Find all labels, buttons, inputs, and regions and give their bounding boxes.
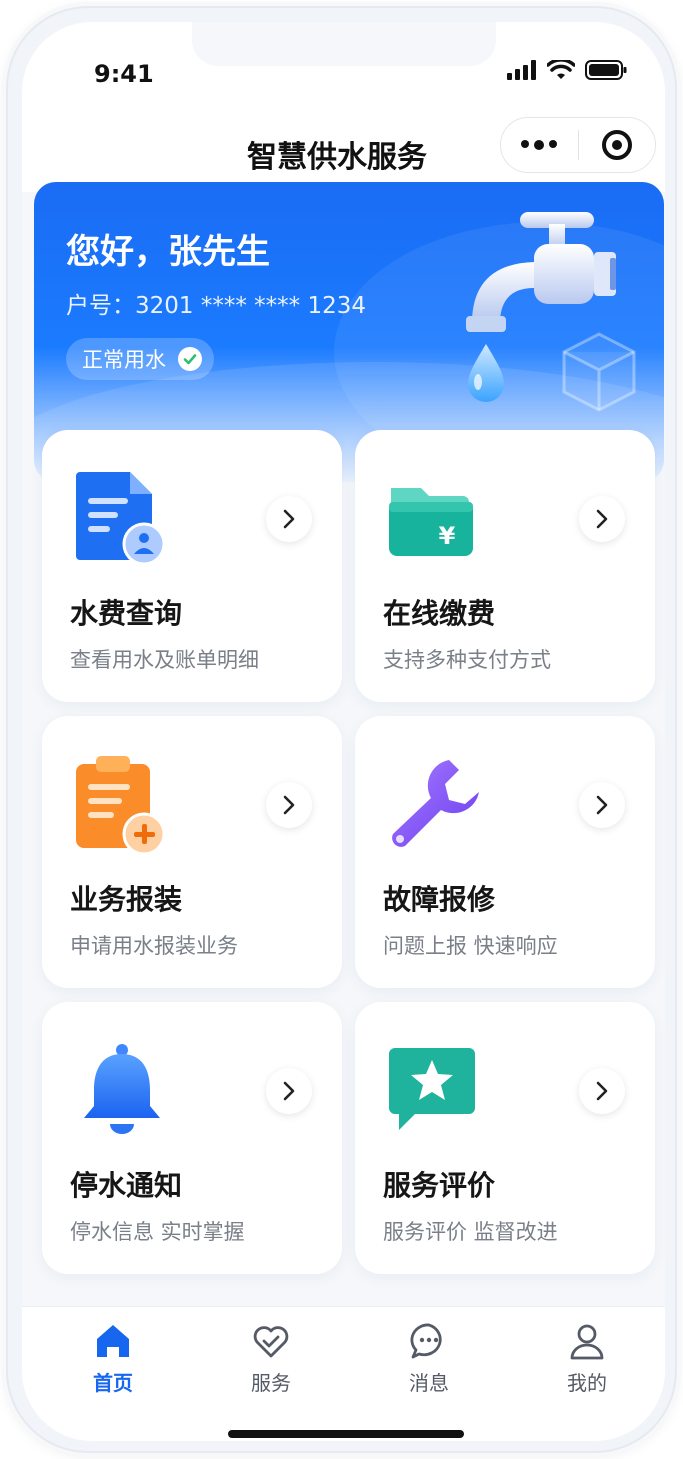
chevron-right-icon <box>266 782 312 828</box>
status-bar: 9:41 <box>22 22 665 122</box>
target-icon <box>601 130 632 160</box>
tab-service[interactable]: 服务 <box>216 1321 326 1407</box>
card-outage-notice[interactable]: 停水通知 停水信息 实时掌握 <box>42 1002 342 1274</box>
card-bill-query[interactable]: 水费查询 查看用水及账单明细 <box>42 430 342 702</box>
notch <box>192 22 496 66</box>
wifi-icon <box>547 60 575 79</box>
bell-icon <box>84 1044 160 1134</box>
account-number: 户号：3201 **** **** 1234 <box>66 293 366 319</box>
check-circle-icon <box>178 347 202 371</box>
card-service-install[interactable]: 业务报装 申请用水报装业务 <box>42 716 342 988</box>
chevron-right-icon <box>266 496 312 542</box>
status-badge: 正常用水 <box>66 338 214 380</box>
card-subtitle: 查看用水及账单明细 <box>70 648 259 672</box>
wallet-yen-icon: ¥ <box>389 488 473 556</box>
tab-label: 服务 <box>251 1371 291 1395</box>
heart-check-icon <box>253 1326 289 1358</box>
card-subtitle: 问题上报 快速响应 <box>383 934 558 958</box>
mini-program-capsule <box>500 117 656 173</box>
signal-icon <box>507 60 536 80</box>
faucet-illustration <box>466 212 636 412</box>
chat-icon <box>410 1323 442 1359</box>
card-title: 在线缴费 <box>383 597 496 630</box>
card-service-rating[interactable]: 服务评价 服务评价 监督改进 <box>355 1002 655 1274</box>
card-title: 水费查询 <box>70 597 183 630</box>
more-button[interactable] <box>501 117 578 173</box>
status-icons <box>507 60 627 80</box>
clipboard-add-icon <box>76 756 166 854</box>
card-title: 服务评价 <box>383 1169 496 1202</box>
phone-frame: 9:41 智慧供水服务 您好，张先生 户号：3201 **** **** 123… <box>6 6 677 1453</box>
chevron-right-icon <box>579 1068 625 1114</box>
card-subtitle: 支持多种支付方式 <box>383 648 551 672</box>
card-subtitle: 申请用水报装业务 <box>70 934 238 958</box>
star-message-icon <box>389 1048 475 1130</box>
tab-home[interactable]: 首页 <box>58 1321 168 1407</box>
card-title: 业务报装 <box>70 883 183 916</box>
svg-text:¥: ¥ <box>439 522 456 550</box>
card-fault-repair[interactable]: 故障报修 问题上报 快速响应 <box>355 716 655 988</box>
tab-label: 消息 <box>409 1371 449 1395</box>
tab-label: 我的 <box>567 1371 607 1395</box>
document-user-icon <box>76 472 166 566</box>
tab-bar: 首页 服务 消息 我的 <box>22 1306 665 1441</box>
home-icon <box>97 1325 129 1357</box>
tab-label: 首页 <box>93 1371 133 1395</box>
battery-icon <box>585 60 627 80</box>
card-title: 故障报修 <box>383 883 496 916</box>
app-screen: 9:41 智慧供水服务 您好，张先生 户号：3201 **** **** 123… <box>22 22 665 1441</box>
chevron-right-icon <box>266 1068 312 1114</box>
close-program-button[interactable] <box>579 117 656 173</box>
status-time: 9:41 <box>94 60 154 88</box>
tab-messages[interactable]: 消息 <box>374 1321 484 1407</box>
greeting-text: 您好，张先生 <box>66 232 270 272</box>
card-subtitle: 停水信息 实时掌握 <box>70 1220 245 1244</box>
user-icon <box>570 1324 604 1360</box>
status-badge-label: 正常用水 <box>82 348 166 372</box>
wrench-icon <box>392 760 479 847</box>
card-subtitle: 服务评价 监督改进 <box>383 1220 558 1244</box>
more-dots-icon <box>521 140 558 150</box>
tab-profile[interactable]: 我的 <box>532 1321 642 1407</box>
chevron-right-icon <box>579 496 625 542</box>
card-title: 停水通知 <box>70 1169 183 1202</box>
card-online-payment[interactable]: ¥ 在线缴费 支持多种支付方式 <box>355 430 655 702</box>
chevron-right-icon <box>579 782 625 828</box>
home-indicator <box>228 1430 464 1438</box>
